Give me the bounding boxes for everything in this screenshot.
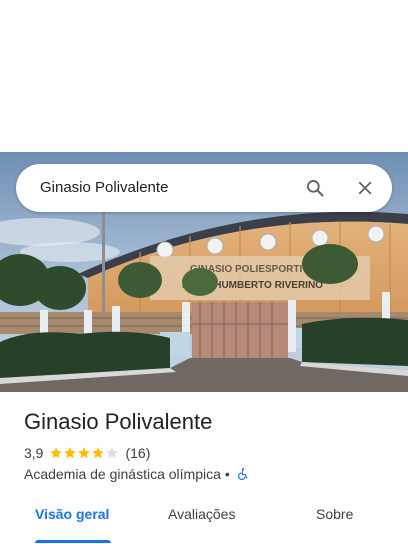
star-icon [78,447,91,459]
search-input[interactable]: Ginasio Polivalente [40,179,168,196]
search-icon[interactable] [302,175,328,201]
wheelchair-icon [237,468,247,480]
tab-overview[interactable]: Visão geral [35,506,109,536]
rating-value: 3,9 [24,445,44,461]
rating-row[interactable]: 3,9 (16) [24,444,150,462]
tab-about[interactable]: Sobre [316,506,353,536]
review-count[interactable]: (16) [125,445,150,461]
place-sheet: Ginasio Polivalente 3,9 (16) Academia de… [0,392,408,544]
star-icon [92,447,105,459]
star-icon [50,447,63,459]
close-icon[interactable] [352,175,378,201]
search-bar[interactable]: Ginasio Polivalente [16,164,392,212]
place-category: Academia de ginástica olímpica [24,466,221,482]
star-rating [49,446,119,460]
category-row: Academia de ginástica olímpica • [24,465,250,483]
separator: • [224,466,230,482]
place-title: Ginasio Polivalente [24,409,213,434]
tab-bar: Visão geral Avaliações Sobre [0,502,408,544]
active-tab-indicator [35,540,111,543]
star-icon [106,447,119,459]
map-area[interactable] [0,0,408,152]
star-icon [64,447,77,459]
tab-reviews[interactable]: Avaliações [168,506,235,536]
